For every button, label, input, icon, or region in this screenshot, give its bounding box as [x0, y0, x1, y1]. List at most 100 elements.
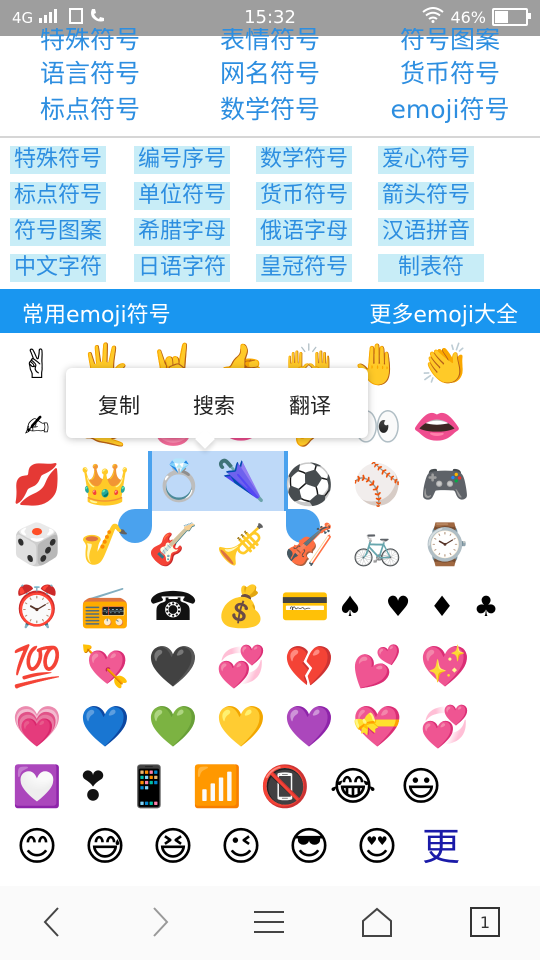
emoji[interactable]: ⚾ — [350, 458, 404, 512]
tag-link[interactable]: 皇冠符号 — [256, 254, 353, 282]
tag-link[interactable]: 中文字符 — [10, 254, 107, 282]
emoji[interactable]: 💟 — [10, 760, 64, 814]
top-link[interactable]: 货币符号 — [360, 56, 540, 92]
tabs-button[interactable]: 1 — [455, 900, 515, 944]
emoji[interactable]: 💞 — [214, 640, 268, 694]
emoji[interactable]: 💰 — [214, 580, 268, 634]
emoji-selected[interactable]: 💍 — [152, 454, 206, 508]
emoji[interactable]: 💔 — [282, 640, 336, 694]
emoji[interactable]: 😂 — [326, 760, 380, 814]
emoji[interactable]: 😃 — [394, 760, 448, 814]
emoji[interactable]: 🎲 — [10, 518, 64, 572]
emoji[interactable]: ♣ — [464, 580, 508, 634]
top-link[interactable]: 表情符号 — [180, 28, 360, 58]
tag-link[interactable]: 爱心符号 — [378, 146, 475, 174]
tag-link[interactable]: 箭头符号 — [378, 182, 475, 210]
emoji[interactable]: 👏 — [418, 338, 472, 392]
emoji[interactable]: 💋 — [10, 458, 64, 512]
tag-link[interactable]: 希腊字母 — [134, 218, 231, 246]
emoji[interactable]: 😉 — [214, 820, 268, 874]
emoji[interactable]: 💳 — [278, 580, 332, 634]
emoji[interactable]: 🖤 — [146, 640, 200, 694]
top-link[interactable]: 语言符号 — [0, 56, 180, 92]
emoji[interactable]: ⏰ — [10, 580, 64, 634]
back-button[interactable] — [22, 900, 82, 944]
top-link[interactable]: 标点符号 — [0, 92, 180, 128]
tag-link[interactable]: 数学符号 — [256, 146, 353, 174]
emoji[interactable]: 📱 — [122, 760, 176, 814]
text-context-menu: 复制 搜索 翻译 — [66, 368, 368, 449]
tag-link[interactable]: 制表符 — [378, 254, 484, 282]
emoji[interactable]: 😍 — [350, 820, 404, 874]
top-link[interactable]: 数学符号 — [180, 92, 360, 128]
tag-link[interactable]: 编号序号 — [134, 146, 231, 174]
emoji[interactable]: 💗 — [10, 700, 64, 754]
emoji[interactable]: ✌ — [10, 338, 64, 392]
emoji[interactable]: 😆 — [146, 820, 200, 874]
emoji[interactable]: ♦ — [420, 580, 464, 634]
tag-link[interactable]: 标点符号 — [10, 182, 107, 210]
top-link[interactable]: 网名符号 — [180, 56, 360, 92]
emoji[interactable]: 💘 — [78, 640, 132, 694]
tag-link[interactable]: 俄语字母 — [256, 218, 353, 246]
top-link[interactable]: 特殊符号 — [0, 28, 180, 58]
emoji[interactable]: 💝 — [350, 700, 404, 754]
emoji[interactable]: 👑 — [78, 458, 132, 512]
emoji[interactable]: ✍ — [10, 400, 64, 454]
emoji[interactable]: ❣ — [66, 760, 120, 814]
translate-button[interactable]: 翻译 — [289, 390, 331, 420]
copy-button[interactable]: 复制 — [98, 390, 140, 420]
tag-link[interactable]: 单位符号 — [134, 182, 231, 210]
emoji[interactable]: 💚 — [146, 700, 200, 754]
emoji[interactable]: 💙 — [78, 700, 132, 754]
forward-button[interactable] — [130, 900, 190, 944]
emoji[interactable]: 📻 — [78, 580, 132, 634]
divider — [0, 136, 540, 138]
browser-bottom-nav: 1 — [0, 886, 540, 960]
search-button[interactable]: 搜索 — [193, 390, 235, 420]
emoji[interactable]: 💖 — [418, 640, 472, 694]
emoji[interactable]: 🚲 — [350, 518, 404, 572]
emoji[interactable]: 📶 — [190, 760, 244, 814]
more-emoji-link[interactable]: 更多emoji大全 — [369, 297, 518, 329]
status-right: 46% — [422, 7, 531, 27]
tag-link[interactable]: 货币符号 — [256, 182, 353, 210]
emoji-section-header: 常用emoji符号 更多emoji大全 — [0, 289, 540, 333]
emoji[interactable]: 💯 — [10, 640, 64, 694]
emoji[interactable]: ☎ — [146, 580, 200, 634]
emoji[interactable]: 🎮 — [418, 458, 472, 512]
emoji[interactable]: 🎻 — [282, 518, 336, 572]
emoji[interactable]: 💞 — [418, 700, 472, 754]
emoji[interactable]: 😅 — [78, 820, 132, 874]
emoji[interactable]: ♥ — [376, 580, 420, 634]
battery-icon — [492, 8, 531, 26]
menu-button[interactable] — [239, 900, 299, 944]
wifi-icon — [422, 7, 445, 27]
home-icon — [362, 907, 392, 937]
tabs-count: 1 — [470, 907, 500, 937]
emoji[interactable]: ⌚ — [418, 518, 472, 572]
emoji-selected[interactable]: 🌂 — [214, 454, 268, 508]
emoji[interactable]: 😎 — [282, 820, 336, 874]
emoji[interactable]: 👄 — [410, 400, 464, 454]
emoji[interactable]: 🎸 — [146, 518, 200, 572]
emoji[interactable]: 💕 — [350, 640, 404, 694]
emoji[interactable]: 💛 — [214, 700, 268, 754]
tag-link[interactable]: 特殊符号 — [10, 146, 107, 174]
top-link[interactable]: emoji符号 — [360, 92, 540, 128]
tag-link[interactable]: 汉语拼音 — [378, 218, 475, 246]
top-link[interactable]: 符号图案 — [360, 28, 540, 58]
emoji[interactable]: 💜 — [282, 700, 336, 754]
home-button[interactable] — [347, 900, 407, 944]
emoji[interactable]: 🎺 — [214, 518, 268, 572]
emoji[interactable]: 🎷 — [78, 518, 132, 572]
battery-percent: 46% — [450, 7, 486, 27]
chevron-left-icon — [43, 907, 59, 937]
tag-link[interactable]: 符号图案 — [10, 218, 107, 246]
emoji[interactable]: ♠ — [328, 580, 372, 634]
emoji[interactable]: 📵 — [258, 760, 312, 814]
tag-link[interactable]: 日语字符 — [134, 254, 231, 282]
more-emoji-button[interactable]: 更 — [414, 820, 468, 874]
emoji[interactable]: 😊 — [10, 820, 64, 874]
emoji[interactable]: ⚽ — [282, 458, 336, 512]
